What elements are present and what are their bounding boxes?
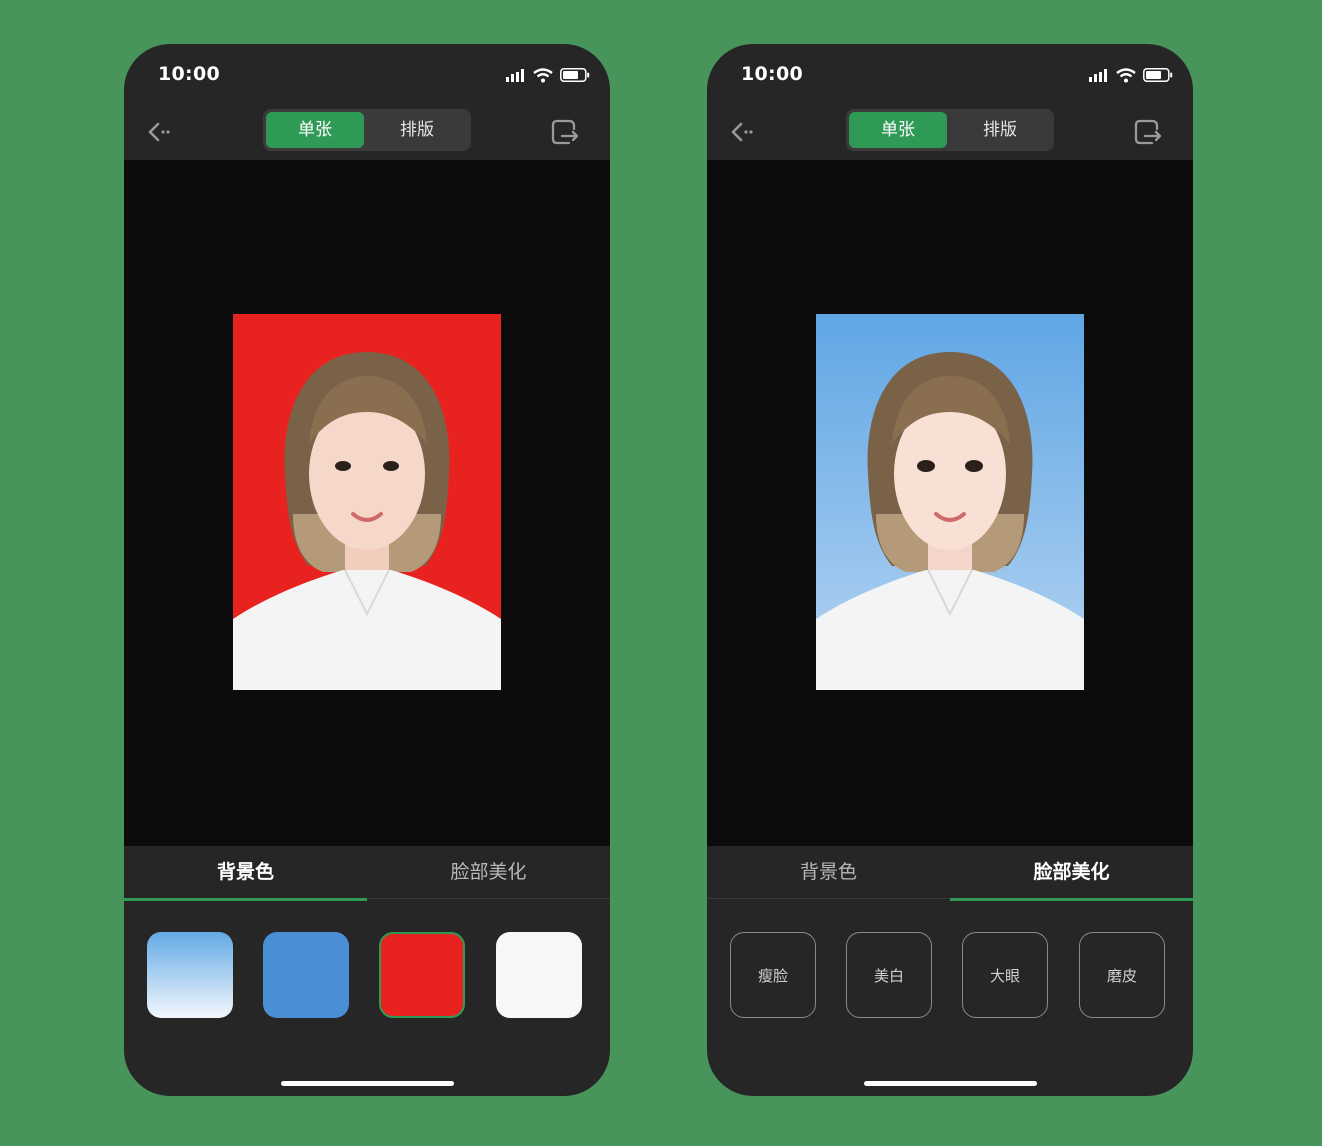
export-button[interactable] xyxy=(1133,117,1163,147)
phone-screen-beautify: 10:00 单张 排版 背景色 脸部美化 瘦脸 美白 大眼 磨皮 xyxy=(707,44,1193,1096)
back-button[interactable] xyxy=(144,116,176,148)
swatch-light-blue[interactable] xyxy=(147,932,233,1018)
battery-icon xyxy=(1143,68,1173,82)
tab-face-beautify[interactable]: 脸部美化 xyxy=(367,846,610,898)
mode-segmented-control: 单张 排版 xyxy=(846,109,1054,151)
status-bar: 10:00 xyxy=(707,44,1193,104)
tab-bar: 背景色 脸部美化 xyxy=(124,846,610,901)
export-icon xyxy=(1134,119,1162,145)
nav-bar: 单张 排版 xyxy=(124,104,610,160)
back-arrow-icon xyxy=(731,122,753,142)
back-button[interactable] xyxy=(727,116,759,148)
photo-canvas xyxy=(124,160,610,846)
export-button[interactable] xyxy=(550,117,580,147)
segment-single[interactable]: 单张 xyxy=(849,112,947,148)
whiten-button[interactable]: 美白 xyxy=(846,932,932,1018)
swatch-blue[interactable] xyxy=(263,932,349,1018)
wifi-icon xyxy=(1116,67,1136,82)
signal-icon xyxy=(506,68,524,82)
background-color-options xyxy=(124,932,610,1018)
slim-face-button[interactable]: 瘦脸 xyxy=(730,932,816,1018)
swatch-red-selected[interactable] xyxy=(379,932,465,1018)
signal-icon xyxy=(1089,68,1107,82)
segment-single[interactable]: 单张 xyxy=(266,112,364,148)
home-indicator xyxy=(864,1081,1037,1086)
battery-icon xyxy=(560,68,590,82)
status-time: 10:00 xyxy=(741,63,803,85)
segment-layout[interactable]: 排版 xyxy=(951,112,1049,148)
photo-canvas xyxy=(707,160,1193,846)
back-arrow-icon xyxy=(148,122,170,142)
segment-layout[interactable]: 排版 xyxy=(368,112,466,148)
status-time: 10:00 xyxy=(158,63,220,85)
beauty-options: 瘦脸 美白 大眼 磨皮 xyxy=(707,932,1193,1018)
mode-segmented-control: 单张 排版 xyxy=(263,109,471,151)
active-tab-indicator xyxy=(124,898,367,901)
active-tab-indicator xyxy=(950,898,1193,901)
status-bar: 10:00 xyxy=(124,44,610,104)
tab-face-beautify[interactable]: 脸部美化 xyxy=(950,846,1193,898)
phone-screen-background: 10:00 单张 排版 背景色 脸部美化 xyxy=(124,44,610,1096)
tab-bar: 背景色 脸部美化 xyxy=(707,846,1193,901)
id-photo-preview xyxy=(816,314,1084,690)
smooth-skin-button[interactable]: 磨皮 xyxy=(1079,932,1165,1018)
export-icon xyxy=(551,119,579,145)
wifi-icon xyxy=(533,67,553,82)
tab-background-color[interactable]: 背景色 xyxy=(707,846,950,898)
nav-bar: 单张 排版 xyxy=(707,104,1193,160)
tab-background-color[interactable]: 背景色 xyxy=(124,846,367,898)
swatch-white[interactable] xyxy=(496,932,582,1018)
home-indicator xyxy=(281,1081,454,1086)
big-eyes-button[interactable]: 大眼 xyxy=(962,932,1048,1018)
id-photo-preview xyxy=(233,314,501,690)
